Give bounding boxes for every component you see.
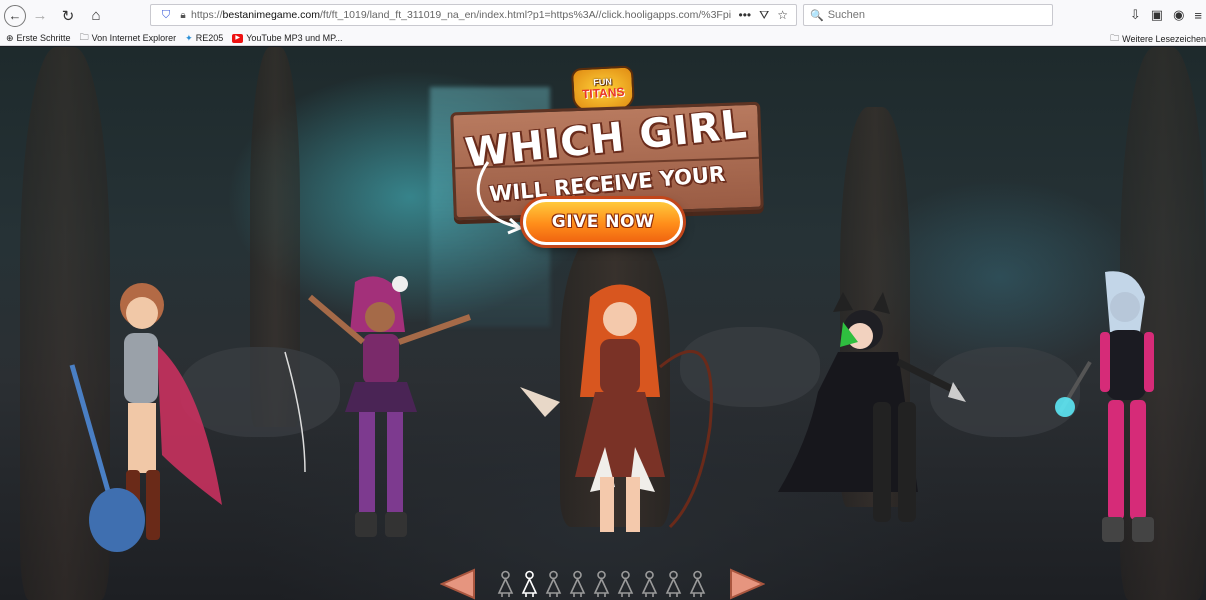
character-witch[interactable] <box>284 272 480 547</box>
search-input[interactable] <box>827 9 1028 21</box>
downloads-icon[interactable]: ⇩ <box>1130 7 1141 23</box>
carousel-dot[interactable] <box>544 570 563 598</box>
give-now-button[interactable]: GIVE NOW <box>523 199 683 245</box>
url-text[interactable]: https://bestanimegame.com/ft/ft_1019/lan… <box>191 9 731 21</box>
bookmark-von-internet-explorer[interactable]: 🗀 Von Internet Explorer <box>80 30 177 46</box>
carousel-dot[interactable] <box>592 570 611 598</box>
previous-arrow-icon[interactable] <box>440 568 476 600</box>
search-icon: 🔍 <box>810 9 824 22</box>
bookmark-youtube-mp3[interactable]: ▶ YouTube MP3 und MP... <box>232 33 342 43</box>
character-cyborg[interactable] <box>1040 271 1200 552</box>
bookmarks-toolbar: ⊕ Erste Schritte 🗀 Von Internet Explorer ✦… <box>0 31 1206 46</box>
search-bar[interactable]: 🔍 <box>803 4 1053 26</box>
bookmark-erste-schritte[interactable]: ⊕ Erste Schritte <box>6 33 71 44</box>
forward-button[interactable]: → <box>26 2 54 30</box>
globe-icon: ⊕ <box>6 32 14 43</box>
character-cat-rogue[interactable] <box>778 292 968 547</box>
carousel-dot[interactable] <box>616 570 635 598</box>
carousel-dot[interactable] <box>640 570 659 598</box>
carousel-dot[interactable] <box>568 570 587 598</box>
lock-icon[interactable]: 🔒︎ <box>175 10 191 21</box>
character-carousel-pager <box>440 567 776 600</box>
folder-icon: 🗀 <box>79 32 89 42</box>
carousel-dot[interactable] <box>496 570 515 598</box>
bookmark-re205[interactable]: ✦ RE205 <box>185 33 223 44</box>
game-landing-page: FUN TITANS WHICH GIRL WILL RECEIVE YOUR … <box>0 47 1206 600</box>
page-actions-icon[interactable]: ••• <box>739 8 752 22</box>
back-button[interactable]: ← <box>4 4 26 27</box>
carousel-dot-active[interactable] <box>520 570 539 598</box>
browser-toolbar: ← → ↻ ⌂ ⛉ 🔒︎ https://bestanimegame.com/f… <box>0 0 1206 31</box>
carousel-dots <box>496 570 707 598</box>
address-bar[interactable]: ⛉ 🔒︎ https://bestanimegame.com/ft/ft_101… <box>150 4 797 26</box>
link-icon: ✦ <box>185 32 193 43</box>
character-bard[interactable] <box>62 275 232 552</box>
sidebar-icon[interactable]: ▣ <box>1151 7 1163 23</box>
pocket-icon[interactable]: ⛛ <box>759 8 769 23</box>
tracking-shield-icon[interactable]: ⛉ <box>157 9 175 22</box>
youtube-icon: ▶ <box>232 33 244 43</box>
menu-icon[interactable]: ≡ <box>1194 8 1202 23</box>
account-icon[interactable]: ◉ <box>1173 7 1184 23</box>
reload-button[interactable]: ↻ <box>54 2 82 30</box>
character-huntress[interactable] <box>520 277 740 547</box>
home-button[interactable]: ⌂ <box>82 2 110 30</box>
folder-icon: 🗀 <box>1110 32 1120 43</box>
next-arrow-icon[interactable] <box>729 568 765 600</box>
carousel-dot[interactable] <box>688 570 707 598</box>
bookmark-star-icon[interactable]: ☆ <box>777 8 788 22</box>
carousel-dot[interactable] <box>664 570 683 598</box>
bookmark-weitere-lesezeichen[interactable]: 🗀 Weitere Lesezeichen <box>1110 31 1206 46</box>
